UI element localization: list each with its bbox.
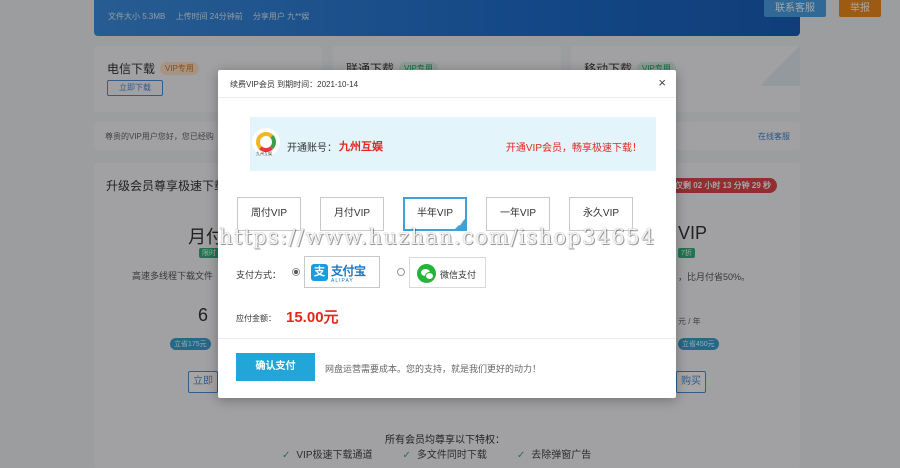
footer-divider (218, 338, 676, 339)
plan-option-monthly[interactable]: 月付VIP (320, 197, 384, 231)
dialog-title: 续费VIP会员 到期时间：2021-10-14 (230, 80, 359, 89)
account-label: 开通账号： (287, 143, 337, 154)
logo-ring-icon (256, 132, 276, 152)
plan-options: 周付VIP 月付VIP 半年VIP ✓ 一年VIP 永久VIP (237, 197, 633, 231)
payment-method-label: 支付方式： (236, 270, 282, 280)
amount-value: 15.00元 (286, 309, 339, 326)
wechat-radio[interactable] (397, 268, 405, 276)
wechat-pay-option[interactable]: 微信支付 (409, 257, 486, 288)
wechat-pay-name: 微信支付 (440, 270, 477, 280)
promo-text: 开通VIP会员，畅享极速下载！ (505, 143, 642, 154)
dialog-header: 续费VIP会员 到期时间：2021-10-14 × (218, 70, 676, 98)
account-banner: 九州互娱 开通账号： 九州互娱 开通VIP会员，畅享极速下载！ (250, 117, 656, 171)
confirm-payment-button[interactable]: 确认支付 (236, 353, 315, 381)
plan-option-label: 半年VIP (416, 208, 454, 219)
plan-option-weekly[interactable]: 周付VIP (237, 197, 301, 231)
plan-option-lifetime[interactable]: 永久VIP (569, 197, 633, 231)
account-name: 九州互娱 (339, 141, 383, 153)
footer-note: 网盘运营需要成本。您的支持，就是我们更好的动力！ (325, 364, 542, 374)
plan-option-half-year[interactable]: 半年VIP ✓ (403, 197, 467, 231)
alipay-icon: 支 (311, 264, 328, 281)
alipay-subtitle: ALIPAY (331, 278, 354, 284)
selected-check-icon: ✓ (458, 221, 464, 228)
close-icon[interactable]: × (658, 76, 666, 90)
alipay-option[interactable]: 支 支付宝 ALIPAY (304, 256, 380, 288)
wechat-icon (417, 264, 436, 283)
plan-option-yearly[interactable]: 一年VIP (486, 197, 550, 231)
logo-text: 九州互娱 (256, 151, 272, 156)
alipay-name: 支付宝 (331, 264, 366, 278)
alipay-radio[interactable] (292, 268, 300, 276)
amount-label: 应付金额： (236, 314, 276, 323)
renew-vip-dialog: 续费VIP会员 到期时间：2021-10-14 × 九州互娱 开通账号： 九州互… (218, 70, 676, 398)
brand-logo: 九州互娱 (252, 128, 280, 156)
